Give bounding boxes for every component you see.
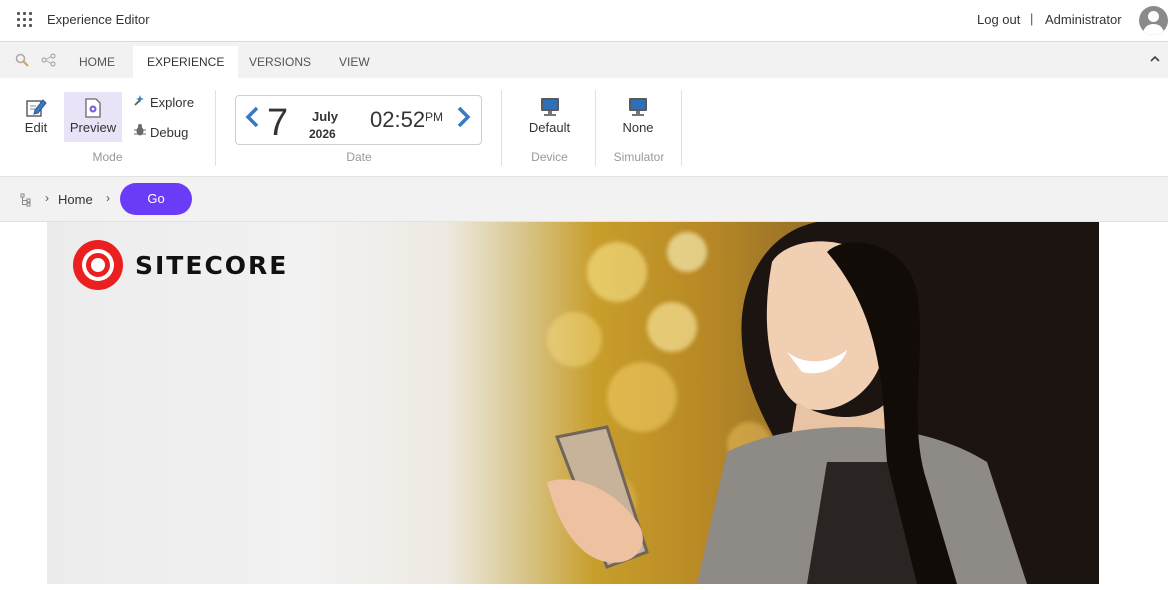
explore-button[interactable]: Explore bbox=[133, 93, 194, 110]
preview-icon bbox=[85, 98, 101, 118]
date-picker: 7 July 2026 02:52 PM bbox=[235, 95, 482, 145]
breadcrumb-home[interactable]: Home bbox=[58, 192, 93, 207]
apps-grid-icon[interactable] bbox=[17, 12, 33, 28]
user-avatar-icon[interactable] bbox=[1139, 6, 1168, 35]
device-value: Default bbox=[528, 120, 571, 135]
explore-icon bbox=[133, 93, 147, 110]
ribbon-panel: Edit Preview Explore Debug Mode 7 July 2… bbox=[0, 78, 1168, 176]
tab-view[interactable]: VIEW bbox=[325, 46, 384, 78]
ribbon-tab-strip: HOME EXPERIENCE VERSIONS VIEW bbox=[0, 43, 1168, 78]
hero-photo bbox=[547, 222, 1099, 584]
go-button[interactable]: Go bbox=[120, 183, 192, 215]
tree-icon[interactable] bbox=[20, 193, 32, 207]
date-ampm: PM bbox=[425, 110, 443, 124]
tab-versions[interactable]: VERSIONS bbox=[235, 46, 325, 78]
logo-text: SITECORE bbox=[135, 250, 289, 280]
chevron-up-icon[interactable] bbox=[1150, 52, 1160, 66]
edit-label: Edit bbox=[24, 120, 48, 135]
edit-icon bbox=[26, 99, 47, 117]
date-month: July bbox=[312, 109, 339, 124]
chevron-right-icon: › bbox=[45, 191, 49, 205]
date-year: 2026 bbox=[309, 127, 336, 141]
explore-label: Explore bbox=[150, 95, 195, 110]
divider bbox=[215, 90, 216, 166]
preview-button[interactable]: Preview bbox=[64, 92, 122, 142]
debug-button[interactable]: Debug bbox=[133, 123, 188, 140]
search-icon[interactable] bbox=[15, 53, 29, 70]
device-group-label: Device bbox=[531, 150, 568, 164]
breadcrumb: › Home › Go bbox=[0, 176, 1168, 222]
debug-icon bbox=[133, 123, 147, 140]
debug-label: Debug bbox=[150, 125, 189, 140]
divider bbox=[501, 90, 502, 166]
mode-group-label: Mode bbox=[92, 150, 123, 164]
separator: | bbox=[1030, 11, 1034, 26]
divider bbox=[681, 90, 682, 166]
app-title: Experience Editor bbox=[47, 12, 150, 27]
simulator-button[interactable]: None bbox=[612, 98, 664, 140]
share-icon[interactable] bbox=[41, 53, 57, 70]
edit-button[interactable]: Edit bbox=[18, 92, 54, 140]
logout-link[interactable]: Log out bbox=[977, 12, 1020, 27]
chevron-right-icon[interactable] bbox=[455, 105, 475, 133]
date-group-label: Date bbox=[346, 150, 372, 164]
top-bar: Experience Editor Log out | Administrato… bbox=[0, 0, 1168, 42]
sitecore-logo: SITECORE bbox=[73, 240, 288, 290]
chevron-right-icon: › bbox=[106, 191, 110, 205]
monitor-icon bbox=[540, 98, 560, 116]
simulator-value: None bbox=[622, 120, 654, 135]
tab-home[interactable]: HOME bbox=[65, 46, 129, 78]
tab-experience[interactable]: EXPERIENCE bbox=[133, 46, 239, 78]
divider bbox=[595, 90, 596, 166]
sitecore-logo-icon bbox=[73, 240, 123, 290]
date-day: 7 bbox=[267, 102, 289, 144]
simulator-group-label: Simulator bbox=[613, 150, 665, 164]
chevron-left-icon[interactable] bbox=[243, 105, 263, 133]
preview-label: Preview bbox=[69, 120, 117, 135]
date-time: 02:52 bbox=[370, 107, 426, 132]
hero-banner: SITECORE bbox=[47, 222, 1099, 584]
monitor-icon bbox=[628, 98, 648, 116]
device-button[interactable]: Default bbox=[522, 98, 577, 140]
username: Administrator bbox=[1045, 12, 1122, 27]
